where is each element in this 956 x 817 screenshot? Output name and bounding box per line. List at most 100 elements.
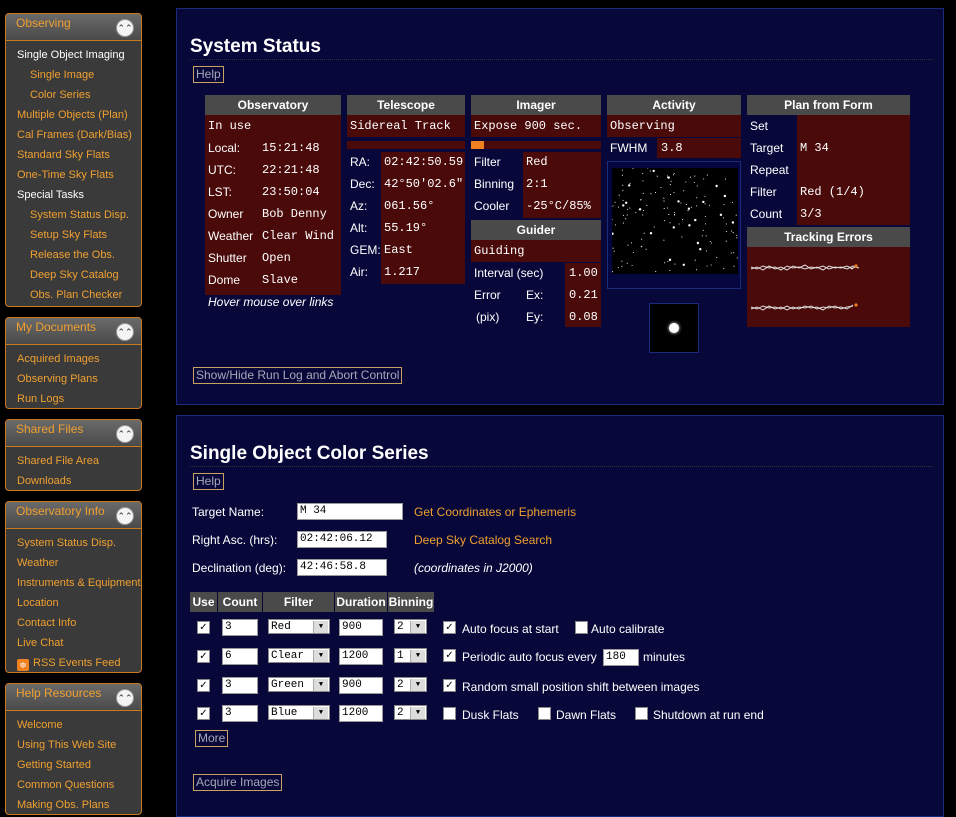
auto-focus-start-checkbox[interactable]: ✓ [443,621,456,634]
nav-one-time-sky-flats[interactable]: One-Time Sky Flats [6,165,141,185]
alt-value: 55.19° [384,221,428,235]
j2000-note: (coordinates in J2000) [414,561,533,575]
filter-select-value: Green [271,679,305,691]
utc-time: 22:21:48 [262,163,320,177]
periodic-focus-checkbox[interactable]: ✓ [443,649,456,662]
use-column-header: Use [190,592,217,612]
dropdown-arrow-icon: ▼ [313,707,328,719]
nav-standard-sky-flats[interactable]: Standard Sky Flats [6,145,141,165]
collapse-icon[interactable]: ⌃⌃ [116,689,134,707]
use-checkbox[interactable]: ✓ [197,679,210,692]
shared-header[interactable]: Shared Files ⌃⌃ [6,420,141,447]
random-shift-checkbox[interactable]: ✓ [443,679,456,692]
nav-single-object-imaging[interactable]: Single Object Imaging [6,45,141,65]
use-checkbox[interactable]: ✓ [197,650,210,663]
nav-acquired-images[interactable]: Acquired Images [6,349,141,369]
use-checkbox[interactable]: ✓ [197,621,210,634]
collapse-icon[interactable]: ⌃⌃ [116,323,134,341]
help-header[interactable]: Help Resources ⌃⌃ [6,684,141,711]
dusk-flats-checkbox[interactable] [443,707,456,720]
nav-deep-sky-catalog[interactable]: Deep Sky Catalog [6,265,141,285]
status-help-button[interactable]: Help [193,66,224,83]
nav-release-obs[interactable]: Release the Obs. [6,245,141,265]
use-checkbox[interactable]: ✓ [197,707,210,720]
observing-box: Observing ⌃⌃ Single Object Imaging Singl… [5,13,142,307]
nav-getting-started[interactable]: Getting Started [6,755,141,775]
nav-color-series[interactable]: Color Series [6,85,141,105]
nav-using-web-site[interactable]: Using This Web Site [6,735,141,755]
duration-input[interactable]: 900 [339,619,383,636]
nav-obs-plan-checker[interactable]: Obs. Plan Checker [6,285,141,305]
auto-calibrate-checkbox[interactable] [575,621,588,634]
shared-title: Shared Files [16,422,84,436]
dec-value: 42°50'02.6" [384,177,464,191]
nav-instruments[interactable]: Instruments & Equipment [6,573,141,593]
collapse-icon[interactable]: ⌃⌃ [116,507,134,525]
count-input[interactable]: 3 [222,677,258,694]
binning-label: Binning [474,177,515,191]
count-input[interactable]: 3 [222,705,258,722]
nav-downloads[interactable]: Downloads [6,471,141,491]
declination-input[interactable]: 42:46:58.8 [297,559,387,576]
filter-select[interactable]: Blue ▼ [268,705,330,720]
collapse-icon[interactable]: ⌃⌃ [116,425,134,443]
target-name-input[interactable]: M 34 [297,503,403,520]
weather-label: Weather [208,229,254,243]
nav-welcome[interactable]: Welcome [6,715,141,735]
nav-system-status[interactable]: System Status Disp. [6,205,141,225]
gem-label: GEM: [350,243,381,257]
cooler-value: -25°C/85% [526,199,591,213]
acquire-images-button[interactable]: Acquire Images [193,774,283,791]
nav-special-tasks[interactable]: Special Tasks [6,185,141,205]
more-button[interactable]: More [195,730,229,747]
dawn-flats-checkbox[interactable] [538,707,551,720]
binning-select[interactable]: 1 ▼ [394,648,427,663]
nav-rss-feed[interactable]: ≑ RSS Events Feed [6,653,141,673]
nav-multiple-objects[interactable]: Multiple Objects (Plan) [6,105,141,125]
documents-header[interactable]: My Documents ⌃⌃ [6,318,141,345]
nav-observing-plans[interactable]: Observing Plans [6,369,141,389]
run-log-toggle-button[interactable]: Show/Hide Run Log and Abort Control [193,367,403,384]
duration-input[interactable]: 900 [339,677,383,694]
deep-sky-catalog-link[interactable]: Deep Sky Catalog Search [414,533,552,547]
tracking-error-plot [750,264,860,311]
collapse-icon[interactable]: ⌃⌃ [116,19,134,37]
plan-header: Plan from Form [747,95,910,115]
observing-header[interactable]: Observing ⌃⌃ [6,14,141,41]
nav-single-image[interactable]: Single Image [6,65,141,85]
binning-select[interactable]: 2 ▼ [394,705,427,720]
info-header[interactable]: Observatory Info ⌃⌃ [6,502,141,529]
nav-shared-file-area[interactable]: Shared File Area [6,451,141,471]
binning-select[interactable]: 2 ▼ [394,619,427,634]
nav-setup-sky-flats[interactable]: Setup Sky Flats [6,225,141,245]
minutes-label: minutes [643,650,686,664]
filter-select[interactable]: Green ▼ [268,677,330,692]
count-input[interactable]: 6 [222,648,258,665]
filter-select[interactable]: Clear ▼ [268,648,330,663]
right-ascension-input[interactable]: 02:42:06.12 [297,531,387,548]
nav-run-logs[interactable]: Run Logs [6,389,141,409]
filter-column-header: Filter [263,592,334,612]
duration-input[interactable]: 1200 [339,705,383,722]
shutdown-checkbox[interactable] [635,707,648,720]
filter-select[interactable]: Red ▼ [268,619,330,634]
count-input[interactable]: 3 [222,619,258,636]
get-coordinates-link[interactable]: Get Coordinates or Ephemeris [414,505,576,519]
nav-location[interactable]: Location [6,593,141,613]
info-title: Observatory Info [16,504,105,518]
series-help-button[interactable]: Help [193,473,224,490]
az-value: 061.56° [384,199,435,213]
nav-making-obs-plans[interactable]: Making Obs. Plans [6,795,141,815]
nav-common-questions[interactable]: Common Questions [6,775,141,795]
binning-select[interactable]: 2 ▼ [394,677,427,692]
duration-input[interactable]: 1200 [339,648,383,665]
nav-system-status-disp[interactable]: System Status Disp. [6,533,141,553]
nav-weather[interactable]: Weather [6,553,141,573]
nav-contact-info[interactable]: Contact Info [6,613,141,633]
plan-repeat-label: Repeat [750,163,789,177]
sky-image-thumbnail[interactable] [612,168,738,274]
nav-cal-frames[interactable]: Cal Frames (Dark/Bias) [6,125,141,145]
periodic-minutes-input[interactable]: 180 [603,649,639,666]
nav-live-chat[interactable]: Live Chat [6,633,141,653]
fwhm-value: 3.8 [661,141,683,155]
